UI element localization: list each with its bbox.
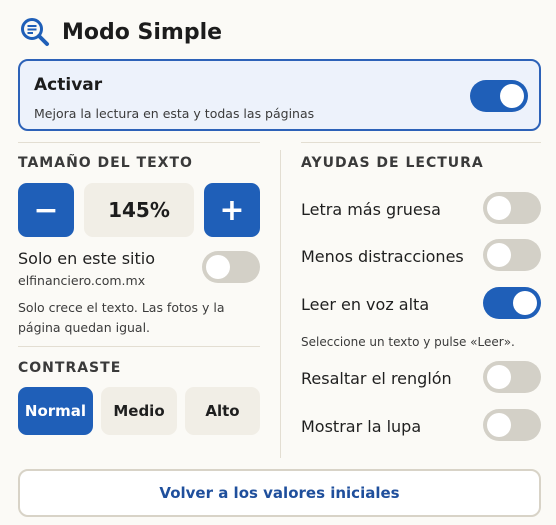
panel-header: Modo Simple [18,14,222,50]
decrease-size-button[interactable]: − [18,183,74,237]
text-size-heading: TAMAÑO DEL TEXTO [18,155,193,171]
toggle-knob [487,196,511,220]
show-magnifier-label: Mostrar la lupa [301,417,422,436]
highlight-line-toggle[interactable] [483,361,541,393]
toggle-knob [487,243,511,267]
activate-subtitle: Mejora la lectura en esta y todas las pá… [34,106,315,121]
bold-text-toggle[interactable] [483,192,541,224]
read-aloud-label: Leer en voz alta [301,295,430,314]
reset-defaults-button[interactable]: Volver a los valores iniciales [18,469,541,517]
text-size-note: Solo crece el texto. Las fotos y la pági… [18,300,225,335]
site-only-toggle[interactable] [202,251,260,283]
site-domain: elfinanciero.com.mx [18,273,146,288]
fewer-distractions-toggle[interactable] [483,239,541,271]
panel-title: Modo Simple [62,19,223,45]
show-magnifier-toggle[interactable] [483,409,541,441]
toggle-knob [487,365,511,389]
divider [301,142,541,143]
contrast-heading: CONTRASTE [18,360,122,376]
toggle-knob [513,291,537,315]
activate-title: Activar [34,75,103,95]
activate-toggle[interactable] [470,80,528,112]
contrast-alto-button[interactable]: Alto [185,387,260,435]
bold-text-label: Letra más gruesa [301,200,441,219]
site-only-label: Solo en este sitio [18,249,156,268]
column-divider [280,150,281,458]
contrast-normal-button[interactable]: Normal [18,387,93,435]
magnifier-lines-icon [18,15,52,49]
toggle-knob [500,84,524,108]
toggle-knob [206,255,230,279]
divider [18,142,260,143]
read-aloud-hint: Seleccione un texto y pulse «Leer». [301,335,515,349]
increase-size-button[interactable]: + [204,183,260,237]
read-aloud-toggle[interactable] [483,287,541,319]
divider [18,346,260,347]
activate-card: Activar Mejora la lectura en esta y toda… [18,59,541,131]
reading-aids-heading: AYUDAS DE LECTURA [301,155,484,171]
toggle-knob [487,413,511,437]
contrast-medio-button[interactable]: Medio [101,387,177,435]
highlight-line-label: Resaltar el renglón [301,369,452,388]
text-size-value: 145% [84,183,194,237]
fewer-distractions-label: Menos distracciones [301,247,464,266]
